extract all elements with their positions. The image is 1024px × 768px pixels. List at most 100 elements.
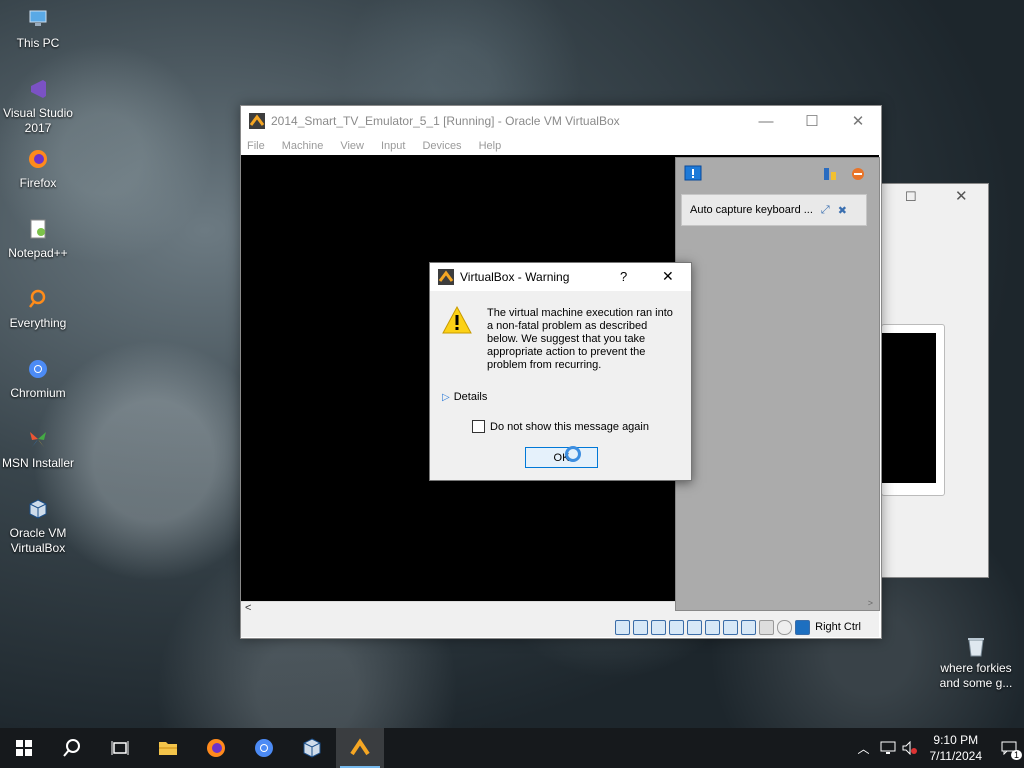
clear-all-icon[interactable]	[850, 166, 866, 182]
menu-view[interactable]: View	[340, 140, 364, 152]
desktop-icon-msn-installer[interactable]: MSN Installer	[0, 428, 76, 471]
chromium-icon	[255, 739, 273, 757]
desktop-icon-oracle-vm-virtualbox[interactable]: Oracle VM VirtualBox	[0, 498, 76, 556]
desktop-icon-label: Visual Studio 2017	[3, 106, 73, 135]
search-magnifier-icon	[29, 289, 46, 308]
msn-butterfly-icon	[30, 432, 46, 447]
hard-disk-icon[interactable]	[615, 619, 631, 635]
clock-time: 9:10 PM	[933, 733, 979, 747]
folder-icon	[159, 742, 177, 755]
system-tray: ︿ 9:10 PM 7/11/2024 1	[857, 728, 1024, 768]
virtualbox-icon	[29, 499, 47, 519]
desktop-icon-everything[interactable]: Everything	[0, 288, 76, 331]
firefox-icon	[29, 150, 47, 168]
background-window[interactable]: ☐ ✕	[880, 183, 989, 578]
window-title: 2014_Smart_TV_Emulator_5_1 [Running] - O…	[271, 114, 620, 128]
computer-icon	[29, 10, 47, 26]
help-button[interactable]: ?	[620, 269, 627, 284]
start-button[interactable]	[0, 728, 48, 768]
task-view-button[interactable]	[96, 728, 144, 768]
maximize-icon[interactable]: ☐	[905, 189, 917, 205]
search-icon	[63, 739, 80, 757]
close-icon[interactable]: ✕	[955, 187, 968, 205]
desktop-icon-chromium[interactable]: Chromium	[0, 358, 76, 401]
dialog-title: VirtualBox - Warning	[460, 270, 570, 284]
desktop-icon-visual-studio[interactable]: Visual Studio 2017	[0, 78, 76, 136]
taskbar-file-explorer[interactable]	[144, 728, 192, 768]
optical-drive-icon[interactable]	[633, 619, 649, 635]
host-key-arrow-icon[interactable]	[795, 619, 811, 635]
chromium-icon	[29, 360, 47, 378]
recycle-bin-icon	[968, 638, 984, 657]
scroll-right-icon[interactable]: >	[868, 598, 873, 608]
status-bar: Right Ctrl	[241, 617, 879, 637]
notification-item[interactable]: Auto capture keyboard ... ⤢ ✖	[681, 194, 867, 226]
task-view-icon	[111, 741, 129, 755]
search-button[interactable]	[48, 728, 96, 768]
expand-arrow-icon[interactable]: ▷	[442, 392, 450, 403]
action-center-button[interactable]: 1	[994, 728, 1024, 768]
menu-input[interactable]: Input	[381, 140, 405, 152]
details-label: Details	[453, 391, 488, 403]
menu-file[interactable]: File	[247, 140, 265, 152]
menu-help[interactable]: Help	[479, 140, 502, 152]
sort-icon[interactable]	[822, 166, 838, 182]
cpu-icon[interactable]	[759, 619, 775, 635]
usb-icon[interactable]	[687, 619, 703, 635]
notification-center-panel: Auto capture keyboard ... ⤢ ✖ >	[675, 157, 880, 611]
clock[interactable]: 9:10 PM 7/11/2024	[930, 732, 983, 764]
taskbar-firefox[interactable]	[192, 728, 240, 768]
warning-icon	[442, 305, 472, 334]
desktop-file-label: where forkies and some g...	[939, 661, 1013, 690]
host-key-label: Right Ctrl	[815, 621, 861, 633]
notification-center-icon[interactable]	[684, 165, 702, 183]
dismiss-icon[interactable]: ✖	[838, 204, 847, 217]
pin-icon[interactable]: ⤢	[821, 204, 830, 217]
menu-bar: File Machine View Input Devices Help	[241, 136, 881, 156]
shared-folders-icon[interactable]	[705, 619, 721, 635]
notification-count-badge: 1	[1010, 750, 1022, 760]
dont-show-again-checkbox-row[interactable]: Do not show this message again	[472, 420, 649, 433]
minimize-button[interactable]: —	[743, 106, 789, 136]
warning-dialog[interactable]: VirtualBox - Warning ? ✕ The virtual mac…	[429, 262, 692, 481]
desktop-icon-this-pc[interactable]: This PC	[0, 8, 76, 51]
desktop-file-item[interactable]: where forkies and some g...	[937, 635, 1015, 691]
dialog-titlebar[interactable]: VirtualBox - Warning ? ✕	[430, 263, 691, 291]
window-titlebar[interactable]: 2014_Smart_TV_Emulator_5_1 [Running] - O…	[241, 106, 881, 136]
network-icon[interactable]	[669, 619, 685, 635]
clock-date: 7/11/2024	[929, 749, 983, 763]
desktop-icon-label: Chromium	[10, 386, 66, 400]
desktop-icon-label: Firefox	[19, 176, 57, 190]
desktop-icon-firefox[interactable]: Firefox	[0, 148, 76, 191]
desktop-icon-label: This PC	[16, 36, 60, 50]
taskbar-virtualbox-vm[interactable]	[336, 728, 384, 768]
dialog-close-button[interactable]: ✕	[662, 268, 674, 285]
taskbar-chromium[interactable]	[240, 728, 288, 768]
menu-machine[interactable]: Machine	[282, 140, 324, 152]
close-button[interactable]: ✕	[835, 106, 881, 136]
checkbox-label: Do not show this message again	[490, 420, 649, 433]
display-icon[interactable]	[723, 619, 739, 635]
maximize-button[interactable]: ☐	[789, 106, 835, 136]
network-icon[interactable]	[880, 741, 896, 755]
visual-studio-icon	[31, 80, 46, 98]
virtualbox-icon	[303, 738, 321, 758]
taskbar-virtualbox-manager[interactable]	[288, 728, 336, 768]
menu-devices[interactable]: Devices	[422, 140, 461, 152]
busy-cursor-icon	[565, 446, 581, 462]
show-hidden-icons-chevron-icon[interactable]: ︿	[857, 740, 869, 757]
mouse-integration-icon[interactable]	[777, 619, 793, 635]
desktop-icon-notepad-plus-plus[interactable]: Notepad++	[0, 218, 76, 261]
recording-icon[interactable]	[741, 619, 757, 635]
ok-button[interactable]: OK	[525, 447, 598, 468]
dont-show-again-checkbox[interactable]	[472, 420, 485, 433]
notification-text: Auto capture keyboard ...	[690, 204, 813, 216]
virtualbox-vm-icon	[350, 738, 370, 756]
volume-muted-icon[interactable]	[902, 741, 918, 755]
scroll-left-icon[interactable]: <	[245, 602, 251, 614]
details-toggle[interactable]: ▷ Details	[442, 391, 487, 403]
audio-icon[interactable]	[651, 619, 667, 635]
firefox-icon	[207, 739, 225, 757]
desktop-icon-label: Oracle VM VirtualBox	[9, 526, 67, 555]
virtualbox-app-icon	[438, 269, 454, 285]
